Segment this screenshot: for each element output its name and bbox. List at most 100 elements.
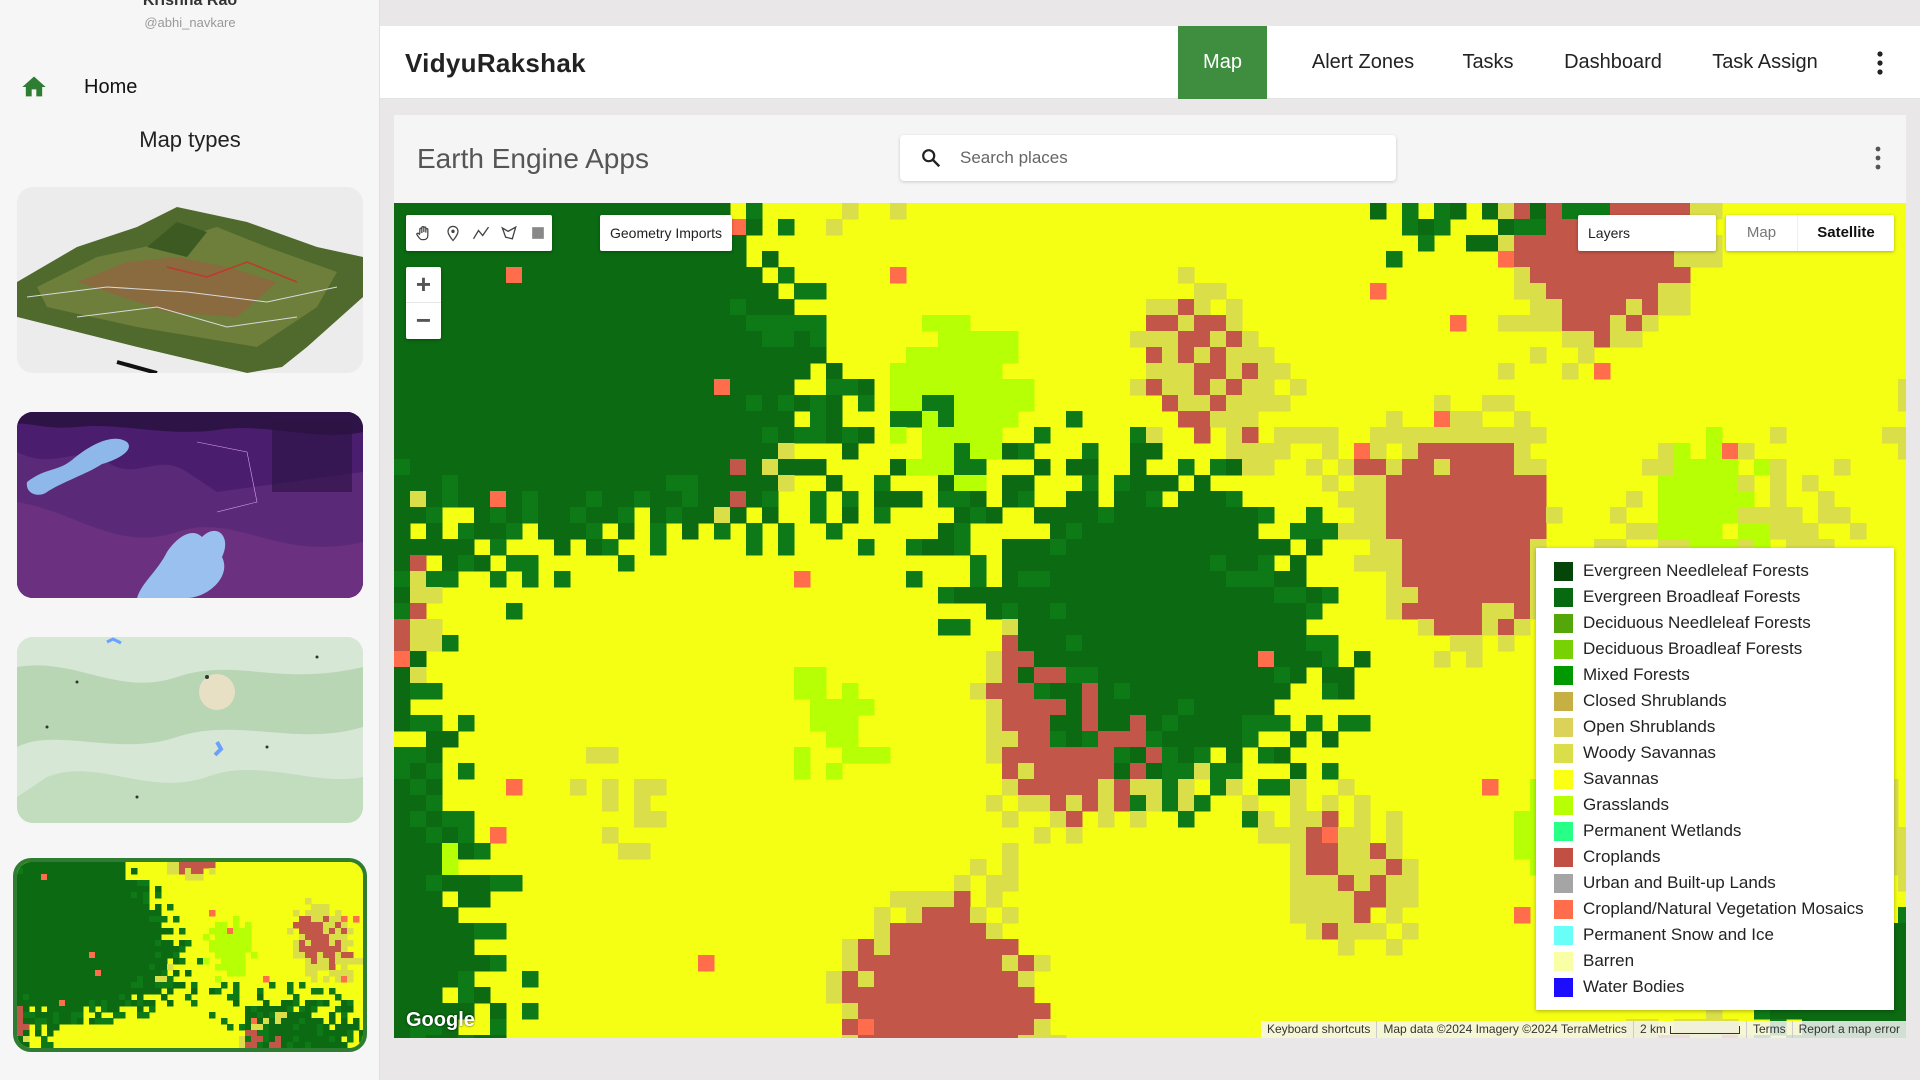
map-type-control: Map Satellite [1726, 215, 1894, 251]
map-type-thumbnail-terrain[interactable] [17, 187, 363, 373]
legend-item: Evergreen Needleleaf Forests [1554, 558, 1894, 584]
legend-swatch [1554, 769, 1573, 789]
add-marker-tool[interactable] [438, 218, 466, 248]
search-input[interactable] [960, 143, 1380, 173]
legend-label: Permanent Snow and Ice [1583, 925, 1774, 944]
legend-swatch [1554, 561, 1573, 581]
legend-swatch [1554, 613, 1573, 633]
scale-label: 2 km [1639, 1022, 1666, 1036]
nav-tab-alert-zones[interactable]: Alert Zones [1288, 26, 1438, 99]
legend-swatch [1554, 691, 1573, 711]
draw-polygon-tool[interactable] [495, 218, 523, 248]
zoom-control: + − [406, 267, 441, 339]
legend-label: Permanent Wetlands [1583, 821, 1742, 840]
map-type-thumbnail-landcover[interactable] [13, 858, 367, 1052]
legend-swatch [1554, 821, 1573, 841]
hand-icon [416, 225, 429, 241]
sidebar-item-label: Home [84, 75, 138, 98]
nav-tab-dashboard[interactable]: Dashboard [1538, 26, 1688, 99]
legend-item: Permanent Wetlands [1554, 818, 1894, 844]
legend-item: Evergreen Broadleaf Forests [1554, 584, 1894, 610]
map-type-map-button[interactable]: Map [1726, 215, 1798, 251]
legend-label: Woody Savannas [1583, 743, 1716, 762]
legend-item: Grasslands [1554, 792, 1894, 818]
zoom-in-button[interactable]: + [406, 267, 441, 303]
legend-swatch [1554, 899, 1573, 919]
legend-item: Croplands [1554, 844, 1894, 870]
user-handle: @abhi_navkare [144, 15, 236, 30]
keyboard-shortcuts-link[interactable]: Keyboard shortcuts [1261, 1021, 1376, 1038]
legend-label: Grasslands [1583, 795, 1669, 814]
legend-swatch [1554, 925, 1573, 945]
google-logo: Google [406, 1009, 475, 1031]
land-cover-legend: Evergreen Needleleaf Forests Evergreen Br… [1536, 548, 1894, 1010]
geometry-imports-button[interactable]: Geometry Imports [600, 215, 732, 251]
legend-item: Open Shrublands [1554, 714, 1894, 740]
legend-label: Cropland/Natural Vegetation Mosaics [1583, 899, 1864, 918]
rectangle-icon [531, 227, 544, 239]
sidebar: Krishna Rao @abhi_navkare Home Map types [0, 0, 380, 1080]
report-map-error-link[interactable]: Report a map error [1791, 1021, 1906, 1038]
legend-swatch [1554, 847, 1573, 867]
legend-label: Closed Shrublands [1583, 691, 1727, 710]
legend-item: Urban and Built-up Lands [1554, 870, 1894, 896]
legend-swatch [1554, 873, 1573, 893]
legend-label: Evergreen Broadleaf Forests [1583, 587, 1801, 606]
scale-indicator: 2 km [1632, 1021, 1746, 1038]
legend-swatch [1554, 587, 1573, 607]
map-data-credit: Map data ©2024 Imagery ©2024 TerraMetric… [1376, 1021, 1633, 1038]
map-type-thumbnail-night[interactable] [17, 412, 363, 598]
legend-swatch [1554, 665, 1573, 685]
legend-item: Woody Savannas [1554, 740, 1894, 766]
sidebar-item-home[interactable]: Home [20, 70, 360, 104]
ee-more-vert-icon[interactable] [1870, 145, 1886, 171]
top-navbar: VidyuRakshak Map Alert Zones Tasks Dashb… [380, 26, 1920, 99]
search-places[interactable] [900, 135, 1396, 181]
layers-button[interactable]: Layers [1578, 215, 1716, 251]
legend-label: Evergreen Needleleaf Forests [1583, 561, 1809, 580]
pan-hand-tool[interactable] [410, 218, 438, 248]
legend-swatch [1554, 977, 1573, 997]
legend-label: Mixed Forests [1583, 665, 1690, 684]
legend-label: Water Bodies [1583, 977, 1685, 996]
earth-engine-app: Earth Engine Apps Search places Geometry… [394, 115, 1906, 1038]
legend-swatch [1554, 717, 1573, 737]
polygon-icon [501, 225, 518, 240]
legend-item: Mixed Forests [1554, 662, 1894, 688]
marker-icon [446, 225, 459, 242]
zoom-out-button[interactable]: − [406, 303, 441, 339]
legend-label: Croplands [1583, 847, 1661, 866]
nav-tab-tasks[interactable]: Tasks [1438, 26, 1538, 99]
map-canvas[interactable]: Geometry Imports + − Layers Map Satellit… [394, 203, 1906, 1038]
legend-label: Deciduous Needleleaf Forests [1583, 613, 1811, 632]
nav-tab-task-assign[interactable]: Task Assign [1690, 26, 1840, 99]
legend-item: Cropland/Natural Vegetation Mosaics [1554, 896, 1894, 922]
drawing-tools [406, 215, 552, 251]
legend-item: Permanent Snow and Ice [1554, 922, 1894, 948]
map-type-thumbnail-street[interactable] [17, 637, 363, 823]
app-title: VidyuRakshak [405, 48, 586, 78]
legend-item: Deciduous Broadleaf Forests [1554, 636, 1894, 662]
legend-label: Savannas [1583, 769, 1659, 788]
legend-label: Deciduous Broadleaf Forests [1583, 639, 1803, 658]
legend-item: Savannas [1554, 766, 1894, 792]
legend-swatch [1554, 639, 1573, 659]
legend-item: Closed Shrublands [1554, 688, 1894, 714]
search-icon [922, 149, 941, 168]
legend-label: Urban and Built-up Lands [1583, 873, 1776, 892]
terms-link[interactable]: Terms [1745, 1021, 1792, 1038]
map-type-satellite-button[interactable]: Satellite [1798, 215, 1894, 251]
legend-swatch [1554, 951, 1573, 971]
legend-label: Barren [1583, 951, 1635, 970]
legend-item: Barren [1554, 948, 1894, 974]
legend-label: Open Shrublands [1583, 717, 1716, 736]
map-types-title: Map types [139, 127, 241, 152]
home-icon [22, 76, 46, 97]
more-vert-icon[interactable] [1870, 48, 1890, 78]
draw-line-tool[interactable] [467, 218, 495, 248]
legend-swatch [1554, 795, 1573, 815]
draw-rectangle-tool[interactable] [524, 218, 552, 248]
nav-tab-map[interactable]: Map [1178, 26, 1267, 99]
ee-app-title: Earth Engine Apps [417, 143, 649, 174]
legend-item: Deciduous Needleleaf Forests [1554, 610, 1894, 636]
